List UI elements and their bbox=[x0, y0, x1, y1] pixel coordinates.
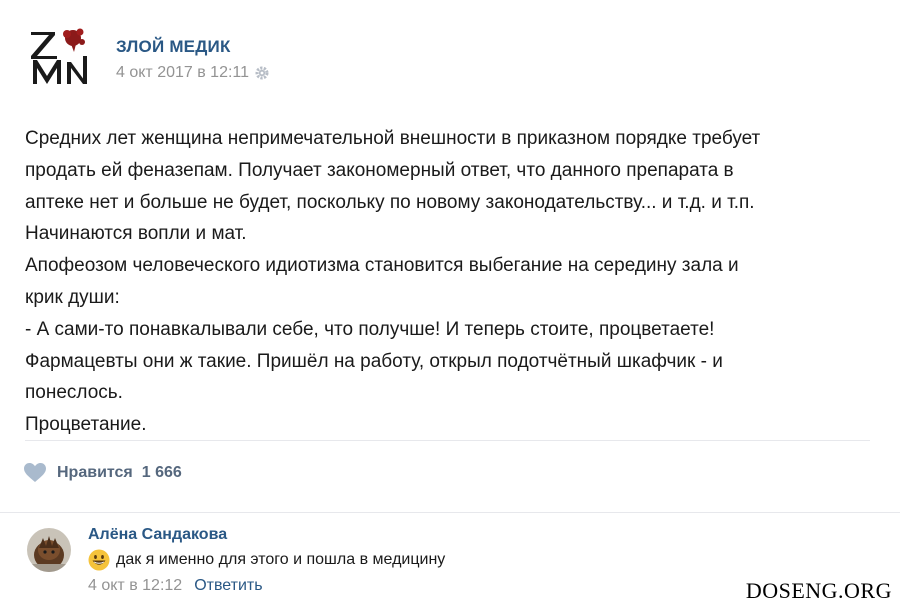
post-text: Средних лет женщина непримечательной вне… bbox=[25, 123, 875, 441]
like-count: 1 666 bbox=[141, 464, 182, 481]
community-logo-icon[interactable] bbox=[27, 26, 93, 88]
smile-emoji-icon bbox=[88, 549, 110, 571]
watermark: DOSENG.ORG bbox=[745, 578, 892, 603]
post-text-line: Фармацевты они ж такие. Пришёл на работу… bbox=[25, 350, 723, 372]
comment-avatar[interactable] bbox=[27, 528, 71, 572]
post-text-line: Апофеозом человеческого идиотизма станов… bbox=[25, 255, 739, 277]
heart-icon bbox=[24, 463, 46, 483]
comment-date[interactable]: 4 окт в 12:12 bbox=[88, 577, 182, 595]
post-text-line: продать ей феназепам. Получает закономер… bbox=[25, 159, 734, 181]
post-date-text[interactable]: 4 окт 2017 в 12:11 bbox=[116, 64, 249, 82]
post-text-line: аптеке нет и больше не будет, поскольку … bbox=[25, 191, 755, 213]
comment-meta: 4 окт в 12:12 Ответить bbox=[88, 577, 263, 595]
post-text-line: понеслось. bbox=[25, 382, 123, 404]
post-divider bbox=[25, 440, 870, 441]
post-author[interactable]: ЗЛОЙ МЕДИК bbox=[116, 37, 231, 57]
post-text-line: Процветание. bbox=[25, 414, 147, 436]
post-text-line: Начинаются вопли и мат. bbox=[25, 223, 247, 245]
comment-author[interactable]: Алёна Сандакова bbox=[88, 526, 227, 544]
gear-icon[interactable] bbox=[255, 66, 269, 80]
page: ЗЛОЙ МЕДИК 4 окт 2017 в 12:11 Средних ле… bbox=[0, 0, 900, 605]
post-text-line: - А сами-то понавкалывали себе, что полу… bbox=[25, 318, 715, 340]
post-text-line: крик души: bbox=[25, 286, 120, 308]
like-label: Нравится bbox=[57, 464, 133, 481]
like-button[interactable]: Нравится 1 666 bbox=[24, 463, 182, 483]
post-date: 4 окт 2017 в 12:11 bbox=[116, 64, 269, 82]
reply-button[interactable]: Ответить bbox=[194, 577, 262, 595]
comments-divider bbox=[0, 512, 900, 513]
comment-text: дак я именно для этого и пошла в медицин… bbox=[88, 549, 445, 571]
post-text-line: Средних лет женщина непримечательной вне… bbox=[25, 128, 761, 149]
comment-text-body: дак я именно для этого и пошла в медицин… bbox=[116, 551, 446, 568]
